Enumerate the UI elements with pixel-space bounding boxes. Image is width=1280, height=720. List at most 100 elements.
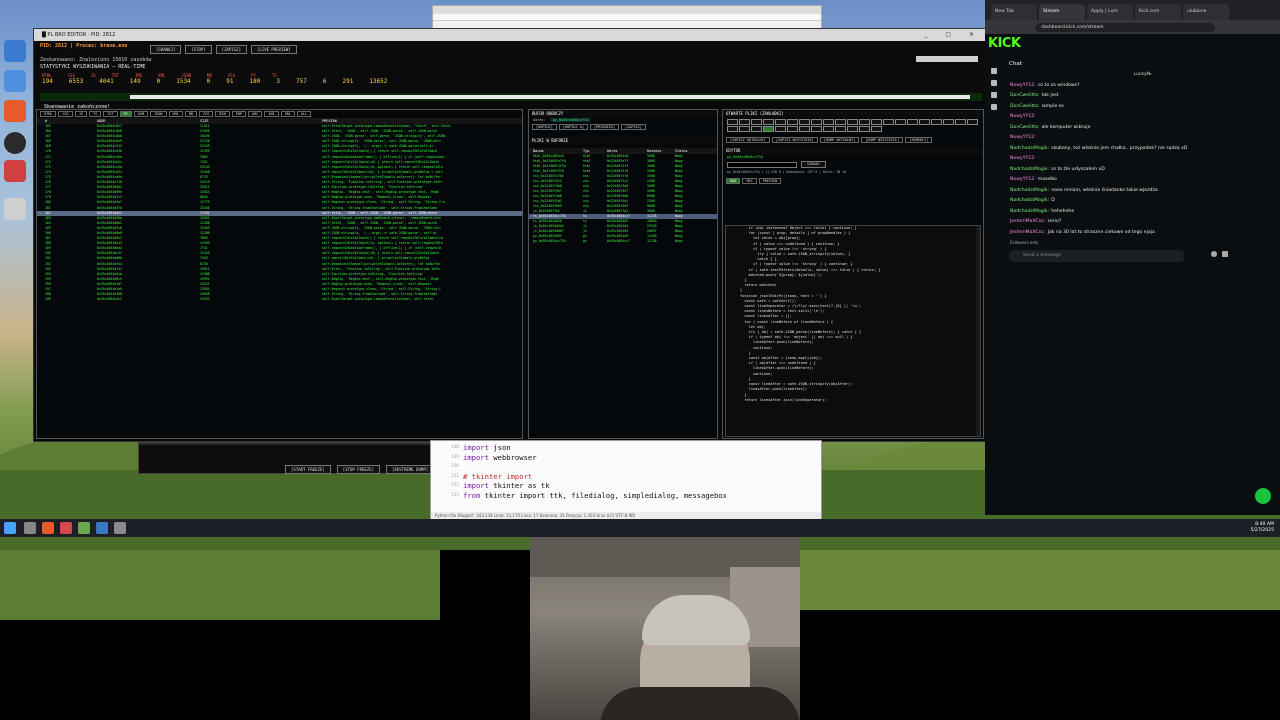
start-icon[interactable] xyxy=(4,522,16,534)
opened-file-tab[interactable] xyxy=(811,126,822,132)
emote-icon[interactable] xyxy=(1211,251,1217,257)
chat-username[interactable]: JestemMaltCoc: xyxy=(1010,219,1046,224)
chat-username[interactable]: NadchodziMagik: xyxy=(1010,146,1049,151)
tab-new[interactable]: New Tab xyxy=(991,4,1037,20)
save-all-button[interactable]: [ZAPISZ WSZYSTKIE] xyxy=(771,137,818,143)
opened-file-tab[interactable] xyxy=(727,119,738,125)
copy-a-button[interactable]: [KOPIUJ A] xyxy=(558,124,588,130)
filter-ini[interactable]: INI xyxy=(264,111,279,117)
chat-username[interactable]: NadchodziMagik: xyxy=(1010,198,1049,203)
opened-file-tab[interactable] xyxy=(835,126,846,132)
close-button[interactable]: [ZAMKNIJ] xyxy=(905,137,933,143)
chat-username[interactable]: DonCwelitto: xyxy=(1010,93,1040,98)
brave-icon[interactable] xyxy=(4,100,26,122)
opened-file-tab[interactable] xyxy=(739,119,750,125)
opened-file-tab[interactable] xyxy=(931,119,942,125)
opened-file-tab[interactable] xyxy=(775,126,786,132)
desktop-icon[interactable] xyxy=(4,40,26,62)
opened-file-tab[interactable] xyxy=(895,119,906,125)
buffer-addr[interactable]: py_0x55c4054cc734 xyxy=(549,118,592,122)
opened-file-tab[interactable] xyxy=(799,119,810,125)
code-scrollbar[interactable] xyxy=(976,226,980,436)
chat-username[interactable]: DonCwelitto: xyxy=(1010,125,1040,130)
chat-username[interactable]: NowyYY12: xyxy=(1010,177,1036,182)
window-controls[interactable]: _ ▢ ✕ xyxy=(924,29,982,41)
chat-username[interactable]: NowyYY12: xyxy=(1010,156,1036,161)
kick-logo[interactable]: KICK xyxy=(988,36,1021,51)
chat-username[interactable]: NowyYY12: xyxy=(1010,135,1036,140)
tab-code[interactable]: KOD xyxy=(726,178,741,184)
filter-cfg[interactable]: CFG xyxy=(199,111,214,117)
opened-file-tab[interactable] xyxy=(967,119,978,125)
scan-button[interactable]: [SKANUJ] xyxy=(150,45,182,54)
opened-file-tab[interactable] xyxy=(859,126,870,132)
opened-file-tab[interactable] xyxy=(727,126,738,132)
desktop-icon[interactable] xyxy=(4,198,26,220)
chat-message[interactable]: DonCwelitto: ale komputer wibruje xyxy=(1005,123,1275,134)
chat-username[interactable]: NowyYY12: xyxy=(1010,83,1036,88)
opened-file-tab[interactable] xyxy=(919,119,930,125)
filter-xml[interactable]: XML xyxy=(168,111,183,117)
chat-message[interactable]: NowyYY12: co to za windows? xyxy=(1005,81,1275,92)
chat-message[interactable]: DonCwelitto: tak jest xyxy=(1005,91,1275,102)
opened-file-tab[interactable] xyxy=(883,119,894,125)
opened-file-tab[interactable] xyxy=(739,126,750,132)
move-button[interactable]: [PRZENIEŚ] xyxy=(589,124,620,130)
save-buffer-button[interactable]: [ZAPISZ] xyxy=(621,124,646,130)
desktop-icon[interactable] xyxy=(4,132,26,154)
scanner-titlebar[interactable]: █ PL BRO EDITOR · PID: 2812 _ ▢ ✕ xyxy=(34,29,986,41)
tab-hex[interactable]: HEX xyxy=(742,178,757,184)
filter-asm[interactable]: ASM xyxy=(133,111,149,117)
opened-file-tab[interactable] xyxy=(763,119,774,125)
python-code[interactable]: 148 import json 149 import webbrowser 150 151… xyxy=(431,441,821,500)
brave-taskbar-icon[interactable] xyxy=(42,522,54,534)
clock[interactable]: 8:40 AM 5/27/2025 xyxy=(1250,522,1274,534)
tab-apply[interactable]: Apply | Lum xyxy=(1087,4,1133,20)
chat-message[interactable]: NowyYY12: xyxy=(1005,133,1275,144)
chat-username[interactable]: JestemMaltCoc: xyxy=(1010,230,1046,235)
filter-md[interactable]: MD xyxy=(184,111,198,117)
opened-file-tab[interactable] xyxy=(871,119,882,125)
opened-file-tab[interactable] xyxy=(907,119,918,125)
chat-message[interactable]: NadchodziMagik: hehehehe xyxy=(1005,207,1275,218)
opened-file-tab[interactable] xyxy=(763,126,774,132)
opened-file-tab[interactable] xyxy=(823,119,834,125)
opened-file-tab[interactable] xyxy=(847,126,858,132)
browser-menubar[interactable] xyxy=(433,14,821,21)
opened-file-tab[interactable] xyxy=(847,119,858,125)
chat-username[interactable]: NadchodziMagik: xyxy=(1010,167,1049,172)
start-freeze-button[interactable]: [START FREEZE] xyxy=(285,465,331,474)
opened-file-tab[interactable] xyxy=(775,119,786,125)
chat-message[interactable]: NadchodziMagik: D xyxy=(1005,196,1275,207)
opened-file-tab[interactable] xyxy=(823,126,834,132)
app-taskbar-icon[interactable] xyxy=(60,522,72,534)
stop-freeze-button[interactable]: [STOP FREEZE] xyxy=(336,465,381,474)
extreme-dump-button[interactable]: [EKSTREME DUMP] xyxy=(386,465,435,474)
tab-stream[interactable]: Stream xyxy=(1039,4,1085,20)
filter-url[interactable]: URL xyxy=(280,111,296,117)
opened-file-tab[interactable] xyxy=(799,126,810,132)
copy-button[interactable]: [KOPIUJ] xyxy=(532,124,557,130)
filter-php[interactable]: PHP xyxy=(231,111,247,117)
search-button[interactable]: SZUKAJ xyxy=(801,161,826,168)
chat-message[interactable]: NowyYY12: xyxy=(1005,154,1275,165)
tab-favourites[interactable]: ulubione xyxy=(1183,4,1229,20)
dump-current-button[interactable]: [DUMP AKTUALNY] xyxy=(819,137,860,143)
opened-file-tab[interactable] xyxy=(859,119,870,125)
filter-arc[interactable]: ARC xyxy=(248,111,263,117)
search-icon[interactable] xyxy=(24,522,36,534)
app-taskbar-icon[interactable] xyxy=(78,522,90,534)
chat-message[interactable]: NadchodziMagik: ss to źle usłyszałem xD xyxy=(1005,165,1275,176)
save-button[interactable]: [ZAPISZ] xyxy=(215,45,247,54)
file-row[interactable]: py_0x55c4054cc734 py 0x55c4054cc7 11238 Nowy xyxy=(529,239,717,244)
desktop-icon[interactable] xyxy=(4,160,26,182)
save-current-button[interactable]: [ZAPISZ AKTUALNY] xyxy=(726,137,770,143)
chat-username[interactable]: NowyYY12: xyxy=(1010,114,1036,119)
kick-fab-icon[interactable] xyxy=(1255,488,1271,504)
live-preview-button[interactable]: [LIVE PREVIEW] xyxy=(250,45,297,54)
chat-message[interactable]: NadchodziMagik: nooo mniam, właśnie śniad… xyxy=(1005,186,1275,197)
chat-message[interactable]: NowyYY12: xyxy=(1005,112,1275,123)
filter-json[interactable]: JSON xyxy=(150,111,167,117)
desktop-icon[interactable] xyxy=(4,70,26,92)
table-row[interactable]: 199 0x55c4054e4c2 19432 self.EventTarget.pr… xyxy=(37,297,522,302)
